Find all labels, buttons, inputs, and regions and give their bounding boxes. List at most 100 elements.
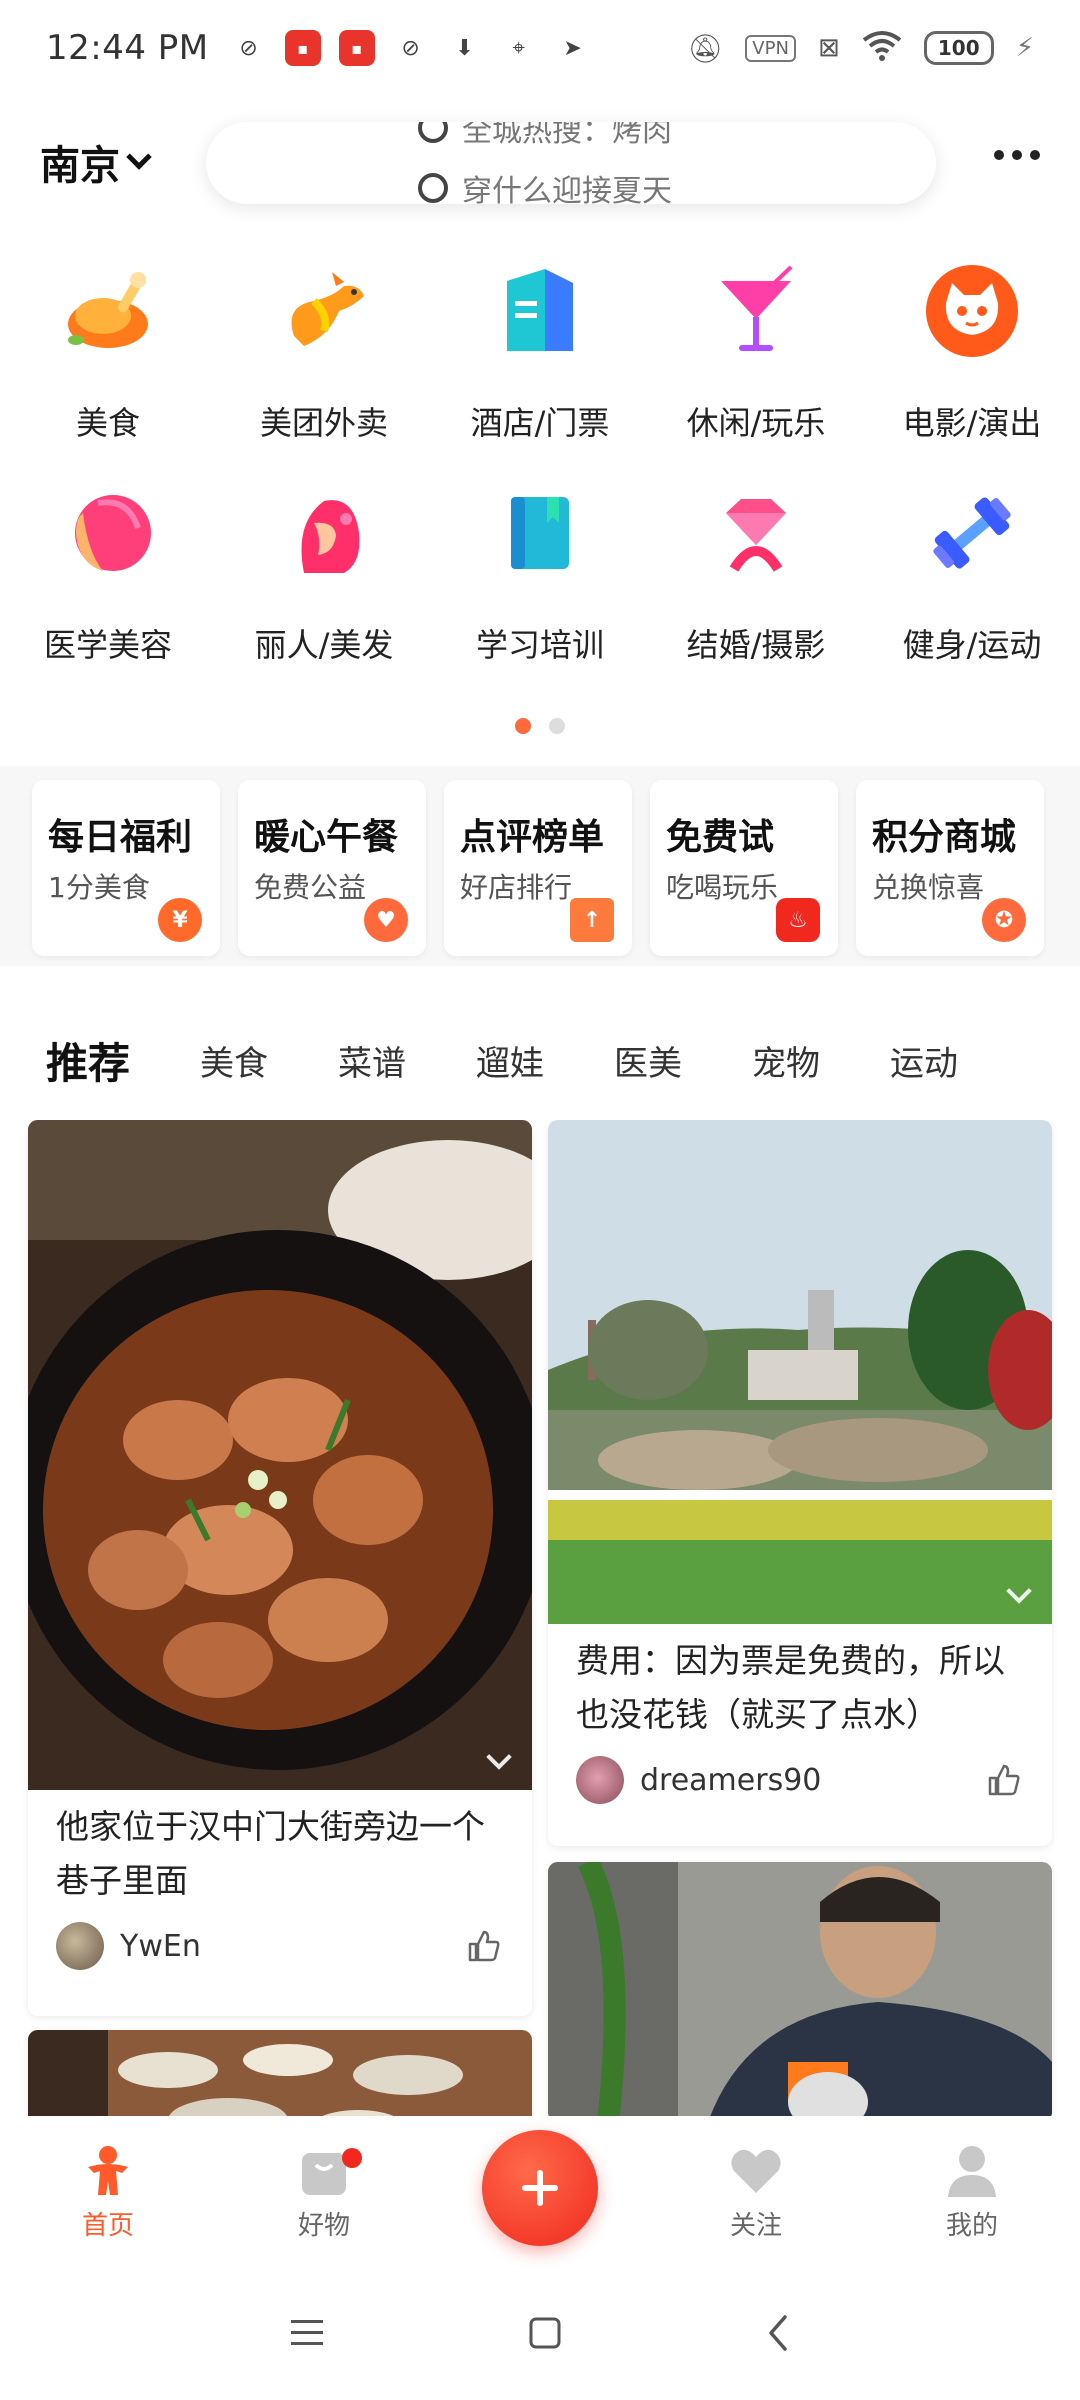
avatar[interactable] (576, 1756, 624, 1804)
roast-chicken-icon (53, 256, 163, 366)
nav-goods[interactable]: 好物 (216, 2116, 432, 2266)
block-icon-2: ⊘ (401, 35, 420, 61)
tab-kids[interactable]: 遛娃 (476, 1036, 544, 1085)
nav-label: 关注 (729, 2210, 782, 2241)
page-dot-active (515, 718, 531, 734)
search-icon-2 (418, 173, 448, 203)
post-username[interactable]: dreamers90 (640, 1763, 821, 1798)
plus-icon (522, 2170, 558, 2206)
category-label: 结婚/摄影 (686, 626, 826, 664)
search-suggestion-text: 全城热搜：烤肉 (462, 122, 672, 149)
post-title: 费用：因为票是免费的，所以也没花钱（就买了点水） (576, 1641, 1005, 1734)
vpn-icon: VPN (745, 34, 796, 62)
category-food[interactable]: 美食 (0, 256, 216, 478)
nav-follow[interactable]: 关注 (648, 2116, 864, 2266)
category-label: 美团外卖 (259, 404, 388, 442)
hotel-building-icon (485, 256, 595, 366)
post-image (28, 1120, 532, 1790)
hotpot-icon: ♨ (776, 898, 820, 942)
nav-label: 好物 (297, 2210, 350, 2241)
post-meta: YwEn (28, 1908, 532, 1970)
feature-card-warm-lunch[interactable]: 暖心午餐 免费公益 ♥ (238, 780, 426, 956)
tab-recommend[interactable]: 推荐 (46, 1030, 131, 1097)
book-icon (485, 478, 595, 588)
nav-publish[interactable] (432, 2116, 648, 2266)
wifi-icon (862, 30, 902, 66)
page-dot (549, 718, 565, 734)
home-icon[interactable] (527, 2315, 563, 2351)
tab-sports[interactable]: 运动 (890, 1036, 958, 1085)
city-name: 南京 (40, 143, 120, 189)
heart-hand-icon: ♥ (364, 898, 408, 942)
nav-label: 首页 (81, 2210, 134, 2241)
category-label: 学习培训 (475, 626, 604, 664)
category-movie[interactable]: 电影/演出 (864, 256, 1080, 478)
home-person-icon (88, 2145, 128, 2195)
status-time: 12:44 PM (46, 28, 209, 68)
cat-face-icon (917, 256, 1027, 366)
heart-icon (731, 2149, 781, 2193)
nav-home[interactable]: 首页 (0, 2116, 216, 2266)
feature-card-rankings[interactable]: 点评榜单 好店排行 ↑ (444, 780, 632, 956)
feed-post-2[interactable] (28, 2030, 532, 2120)
search-suggestion-next: 穿什么迎接夏天 (418, 166, 672, 204)
tab-medical-beauty[interactable]: 医美 (614, 1036, 682, 1085)
diamond-ring-icon (701, 478, 811, 588)
status-bar: 12:44 PM ⊘ ▪ ▪ ⊘ ⬇ ⌖ ➤ 🔕︎ VPN ⊠ 100 ⚡ (0, 0, 1080, 96)
post-image (548, 1862, 1052, 2120)
tab-pets[interactable]: 宠物 (752, 1036, 820, 1085)
hair-profile-icon (269, 478, 379, 588)
tab-recipes[interactable]: 菜谱 (338, 1036, 406, 1085)
thumbs-up-icon[interactable] (464, 1926, 504, 1966)
feed-post[interactable]: 他家位于汉中门大街旁边一个巷子里面 YwEn (28, 1120, 532, 2016)
feature-subtitle: 兑换惊喜 (872, 871, 985, 904)
category-medical-beauty[interactable]: 医学美容 (0, 478, 216, 700)
points-icon: ✪ (982, 898, 1026, 942)
ranking-icon: ↑ (570, 898, 614, 942)
bottom-navigation: 首页 好物 关注 我的 (0, 2116, 1080, 2266)
navigation-icon: ➤ (563, 35, 582, 61)
app-notification-icon-2: ▪ (338, 30, 375, 66)
thumbs-up-icon[interactable] (984, 1760, 1024, 1800)
profile-icon (948, 2145, 996, 2197)
search-suggestion: 全城热搜：烤肉 (418, 122, 672, 150)
feed-post-3[interactable]: 费用：因为票是免费的，所以也没花钱（就买了点水） dreamers90 (548, 1120, 1052, 1846)
category-beauty-hair[interactable]: 丽人/美发 (216, 478, 432, 700)
search-icon (418, 122, 448, 143)
plus-button[interactable] (482, 2130, 598, 2246)
category-label: 酒店/门票 (470, 404, 610, 442)
charging-icon: ⚡ (1015, 33, 1034, 63)
post-username[interactable]: YwEn (120, 1929, 201, 1964)
search-bar[interactable]: 全城热搜：烤肉 穿什么迎接夏天 (206, 122, 936, 204)
post-image (548, 1120, 1052, 1624)
feature-card-points-mall[interactable]: 积分商城 兑换惊喜 ✪ (856, 780, 1044, 956)
feature-card-free-trial[interactable]: 免费试 吃喝玩乐 ♨ (650, 780, 838, 956)
avatar[interactable] (56, 1922, 104, 1970)
tab-food[interactable]: 美食 (200, 1036, 268, 1085)
category-takeout[interactable]: 美团外卖 (216, 256, 432, 478)
money-bag-icon: ¥ (158, 898, 202, 942)
feature-subtitle: 免费公益 (254, 871, 367, 904)
feature-title: 每日福利 (48, 817, 193, 858)
city-selector[interactable]: 南京 (40, 133, 152, 191)
category-fitness[interactable]: 健身/运动 (864, 478, 1080, 700)
app-notification-icon: ▪ (284, 30, 321, 66)
category-hotel[interactable]: 酒店/门票 (432, 256, 648, 478)
notification-badge (342, 2148, 362, 2168)
category-education[interactable]: 学习培训 (432, 478, 648, 700)
nav-mine[interactable]: 我的 (864, 2116, 1080, 2266)
more-menu-icon[interactable] (994, 150, 1040, 160)
page-indicator (0, 718, 1080, 734)
feature-card-daily-welfare[interactable]: 每日福利 1分美食 ¥ (32, 780, 220, 956)
download-icon: ⬇ (455, 35, 474, 61)
category-wedding[interactable]: 结婚/摄影 (648, 478, 864, 700)
menu-icon[interactable] (287, 2316, 327, 2350)
dumbbell-icon (917, 478, 1027, 588)
category-leisure[interactable]: 休闲/玩乐 (648, 256, 864, 478)
system-navigation (0, 2266, 1080, 2400)
mute-icon: 🔕︎ (687, 31, 724, 65)
back-icon[interactable] (763, 2313, 793, 2353)
category-label: 丽人/美发 (254, 626, 394, 664)
feature-title: 积分商城 (872, 817, 1017, 858)
feed-post-4[interactable] (548, 1862, 1052, 2120)
